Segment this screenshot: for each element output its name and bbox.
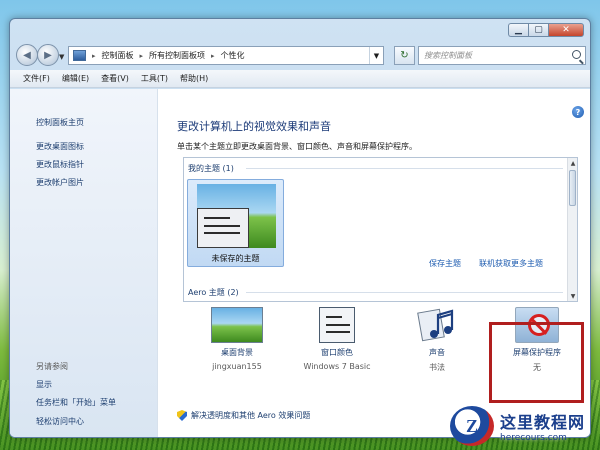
sidebar-link-account-picture[interactable]: 更改帐户图片 — [36, 177, 84, 188]
window-color-button[interactable]: 窗口颜色 Windows 7 Basic — [287, 307, 387, 371]
scroll-up-icon[interactable]: ▲ — [568, 158, 577, 168]
control-panel-icon — [73, 50, 86, 61]
sidebar-link-desktop-icons[interactable]: 更改桌面图标 — [36, 141, 84, 152]
desktop-background-value: jingxuan155 — [212, 362, 262, 371]
sidebar-link-mouse-pointers[interactable]: 更改鼠标指针 — [36, 159, 84, 170]
main-pane: ? 更改计算机上的视觉效果和声音 单击某个主题立即更改桌面背景、窗口颜色、声音和… — [159, 89, 590, 437]
menu-view[interactable]: 查看(V) — [101, 73, 129, 84]
sidebar-link-home[interactable]: 控制面板主页 — [36, 117, 84, 128]
recent-pages-chevron-icon[interactable]: ▼ — [59, 53, 64, 61]
back-arrow-icon[interactable]: ◀ — [16, 44, 38, 66]
sidebar-link-taskbar[interactable]: 任务栏和「开始」菜单 — [36, 397, 116, 408]
page-title: 更改计算机上的视觉效果和声音 — [177, 120, 331, 133]
sidebar-link-display[interactable]: 显示 — [36, 379, 52, 390]
sidebar: 控制面板主页 更改桌面图标 更改鼠标指针 更改帐户图片 另请参阅 显示 任务栏和… — [10, 89, 158, 437]
fix-aero-label: 解决透明度和其他 Aero 效果问题 — [191, 411, 311, 420]
screen-saver-label: 屏幕保护程序 — [513, 348, 561, 357]
breadcrumb-personalization[interactable]: 个性化 — [221, 50, 245, 61]
breadcrumb-all-items[interactable]: 所有控制面板项 — [149, 50, 205, 61]
page-description: 单击某个主题立即更改桌面背景、窗口颜色、声音和屏幕保护程序。 — [177, 142, 417, 151]
theme-tile-label: 未保存的主题 — [211, 254, 260, 263]
breadcrumb-control-panel[interactable]: 控制面板 — [102, 50, 134, 61]
menu-file[interactable]: 文件(F) — [23, 73, 50, 84]
theme-preview-window — [197, 208, 249, 248]
window-color-value: Windows 7 Basic — [303, 362, 371, 371]
address-dropdown-icon[interactable]: ▼ — [369, 47, 383, 64]
search-placeholder: 搜索控制面板 — [424, 51, 472, 60]
help-icon[interactable]: ? — [572, 106, 584, 118]
menu-edit[interactable]: 编辑(E) — [62, 73, 89, 84]
themes-scrollbar[interactable]: ▲ ▼ — [567, 158, 577, 301]
music-note-icon — [416, 307, 458, 343]
site-watermark: Z 这里教程网 herecours.com — [450, 402, 600, 450]
caption-buttons: ▁ ▢ ✕ — [508, 23, 584, 37]
desktop-background-icon — [211, 307, 263, 343]
scroll-down-icon[interactable]: ▼ — [568, 291, 577, 301]
sounds-label: 声音 — [429, 348, 445, 357]
sounds-value: 书法 — [429, 363, 445, 372]
window-color-label: 窗口颜色 — [321, 348, 353, 357]
window-color-icon — [319, 307, 355, 343]
search-input[interactable]: 搜索控制面板 — [418, 46, 586, 65]
my-themes-group-label: 我的主题 (1) — [188, 164, 234, 173]
desktop-background-button[interactable]: 桌面背景 jingxuan155 — [187, 307, 287, 371]
screen-saver-icon — [515, 307, 559, 343]
shield-icon — [177, 410, 187, 421]
themes-list: 我的主题 (1) 未保存的主题 保存主题 联机获取更多主题 Aero 主题 (2… — [183, 157, 578, 302]
watermark-domain: herecours.com — [500, 433, 567, 443]
refresh-icon[interactable]: ↻ — [394, 46, 415, 65]
group-divider — [246, 292, 563, 293]
watermark-site-name: 这里教程网 — [500, 413, 586, 432]
menu-bar: 文件(F) 编辑(E) 查看(V) 工具(T) 帮助(H) — [10, 70, 590, 88]
see-also-heading: 另请参阅 — [36, 362, 68, 371]
theme-tile-unsaved[interactable]: 未保存的主题 — [187, 179, 284, 267]
fix-aero-link[interactable]: 解决透明度和其他 Aero 效果问题 — [177, 410, 310, 421]
navigation-bar: ◀ ▶ ▼ ▸ 控制面板 ▸ 所有控制面板项 ▸ 个性化 ▼ ↻ 搜索控制面板 — [10, 41, 590, 69]
get-more-themes-link[interactable]: 联机获取更多主题 — [479, 258, 543, 269]
forward-arrow-icon[interactable]: ▶ — [37, 44, 59, 66]
sidebar-link-ease-of-access[interactable]: 轻松访问中心 — [36, 416, 84, 427]
content-area: 控制面板主页 更改桌面图标 更改鼠标指针 更改帐户图片 另请参阅 显示 任务栏和… — [10, 89, 590, 437]
minimize-button[interactable]: ▁ — [508, 23, 528, 37]
theme-preview-image — [197, 184, 276, 248]
screen-saver-button[interactable]: 屏幕保护程序 无 — [487, 307, 587, 373]
scroll-thumb[interactable] — [569, 170, 576, 206]
maximize-button[interactable]: ▢ — [528, 23, 548, 37]
sounds-button[interactable]: 声音 书法 — [387, 307, 487, 373]
search-icon[interactable] — [572, 50, 581, 59]
menu-tools[interactable]: 工具(T) — [141, 73, 168, 84]
menu-help[interactable]: 帮助(H) — [180, 73, 208, 84]
desktop-background-label: 桌面背景 — [221, 348, 253, 357]
group-divider — [246, 168, 563, 169]
no-symbol-icon — [528, 314, 550, 336]
screen-saver-value: 无 — [533, 363, 541, 372]
save-theme-link[interactable]: 保存主题 — [429, 258, 461, 269]
personalization-window: ▁ ▢ ✕ ◀ ▶ ▼ ▸ 控制面板 ▸ 所有控制面板项 ▸ 个性化 ▼ ↻ 搜… — [9, 18, 591, 438]
aero-themes-group-label: Aero 主题 (2) — [188, 288, 239, 297]
site-logo-icon: Z — [450, 406, 494, 446]
address-bar[interactable]: ▸ 控制面板 ▸ 所有控制面板项 ▸ 个性化 ▼ — [68, 46, 384, 65]
close-button[interactable]: ✕ — [548, 23, 584, 37]
